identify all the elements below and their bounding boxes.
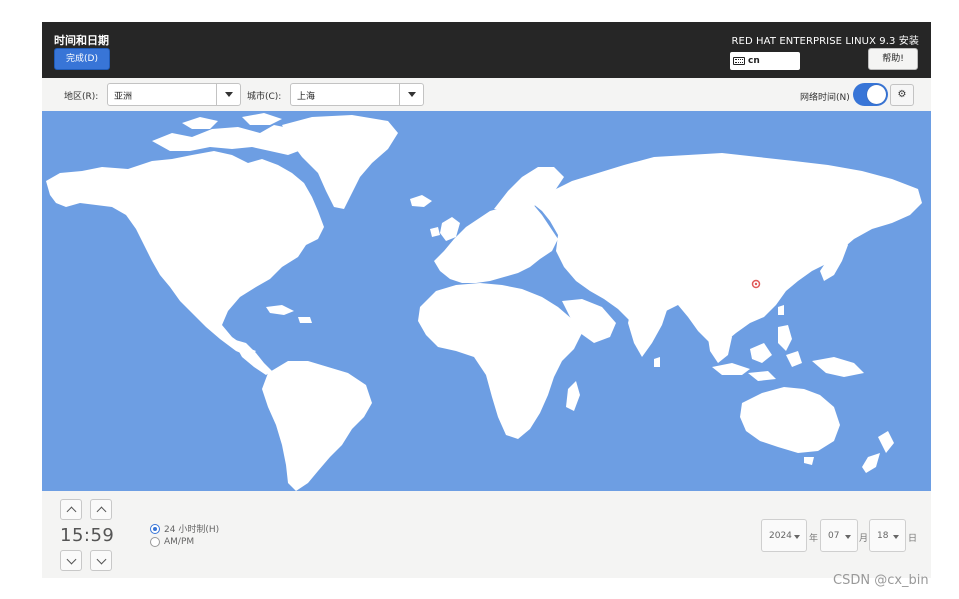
header-bar: 时间和日期 完成(D) RED HAT ENTERPRISE LINUX 9.3… bbox=[42, 22, 931, 78]
timezone-toolbar: 地区(R): 亚洲 城市(C): 上海 网络时间(N) ⚙ bbox=[42, 78, 931, 111]
minute-up-button[interactable] bbox=[90, 499, 112, 520]
keyboard-layout-label: cn bbox=[748, 56, 760, 66]
ntp-config-button[interactable]: ⚙ bbox=[890, 84, 914, 106]
help-button[interactable]: 帮助! bbox=[868, 48, 918, 70]
landmass-africa bbox=[418, 283, 582, 439]
page-title: 时间和日期 bbox=[54, 34, 109, 47]
format-24h-label: 24 小时制(H) bbox=[164, 525, 220, 535]
network-time-label: 网络时间(N) bbox=[800, 93, 850, 103]
format-ampm-label: AM/PM bbox=[164, 537, 195, 547]
done-button[interactable]: 完成(D) bbox=[54, 48, 110, 70]
city-value: 上海 bbox=[297, 92, 316, 102]
city-label: 城市(C): bbox=[247, 92, 282, 102]
landmass-south-america bbox=[262, 361, 372, 491]
region-label: 地区(R): bbox=[64, 92, 99, 102]
chevron-down-icon bbox=[66, 554, 77, 565]
month-value: 07 bbox=[828, 531, 840, 541]
radio-unselected-icon[interactable] bbox=[150, 537, 160, 547]
chevron-up-icon bbox=[96, 506, 107, 517]
landmass-australia bbox=[740, 387, 840, 453]
switch-knob bbox=[867, 85, 886, 104]
year-combo[interactable]: 2024 bbox=[761, 519, 807, 552]
time-date-panel: 15:59 24 小时制(H) AM/PM 2024 年 07 月 18 日 bbox=[42, 491, 931, 578]
chevron-down-icon bbox=[845, 535, 851, 539]
landmass-north-america bbox=[46, 151, 324, 357]
network-time-switch[interactable] bbox=[853, 83, 888, 106]
timezone-map[interactable] bbox=[42, 111, 931, 491]
chevron-down-icon[interactable] bbox=[216, 84, 240, 105]
product-title: RED HAT ENTERPRISE LINUX 9.3 安装 bbox=[731, 36, 919, 47]
gear-icon: ⚙ bbox=[897, 89, 907, 100]
hour-up-button[interactable] bbox=[60, 499, 82, 520]
chevron-down-icon bbox=[893, 535, 899, 539]
world-map-svg[interactable] bbox=[42, 111, 931, 491]
format-24h-radio[interactable]: 24 小时制(H) bbox=[150, 522, 219, 535]
year-unit: 年 bbox=[809, 534, 819, 544]
chevron-down-icon bbox=[794, 535, 800, 539]
month-combo[interactable]: 07 bbox=[820, 519, 858, 552]
time-display: 15:59 bbox=[60, 525, 115, 546]
chevron-up-icon bbox=[66, 506, 77, 517]
day-value: 18 bbox=[877, 531, 889, 541]
landmass-europe bbox=[434, 201, 558, 283]
radio-selected-icon[interactable] bbox=[150, 523, 160, 534]
chevron-down-icon[interactable] bbox=[399, 84, 423, 105]
timezone-marker-dot bbox=[754, 282, 758, 286]
month-unit: 月 bbox=[859, 534, 869, 544]
chevron-down-icon bbox=[96, 554, 107, 565]
window: 时间和日期 完成(D) RED HAT ENTERPRISE LINUX 9.3… bbox=[42, 22, 931, 578]
year-value: 2024 bbox=[769, 531, 792, 541]
region-value: 亚洲 bbox=[114, 92, 133, 102]
format-ampm-radio[interactable]: AM/PM bbox=[150, 537, 194, 547]
day-combo[interactable]: 18 bbox=[869, 519, 906, 552]
city-combo[interactable]: 上海 bbox=[290, 83, 424, 106]
landmass-new-zealand bbox=[878, 431, 894, 453]
landmass-india bbox=[628, 301, 668, 357]
watermark: CSDN @cx_bin bbox=[833, 573, 929, 588]
keyboard-layout-indicator[interactable]: cn bbox=[730, 52, 800, 70]
hour-down-button[interactable] bbox=[60, 550, 82, 571]
day-unit: 日 bbox=[908, 534, 918, 544]
minute-down-button[interactable] bbox=[90, 550, 112, 571]
keyboard-icon bbox=[733, 57, 745, 65]
region-combo[interactable]: 亚洲 bbox=[107, 83, 241, 106]
